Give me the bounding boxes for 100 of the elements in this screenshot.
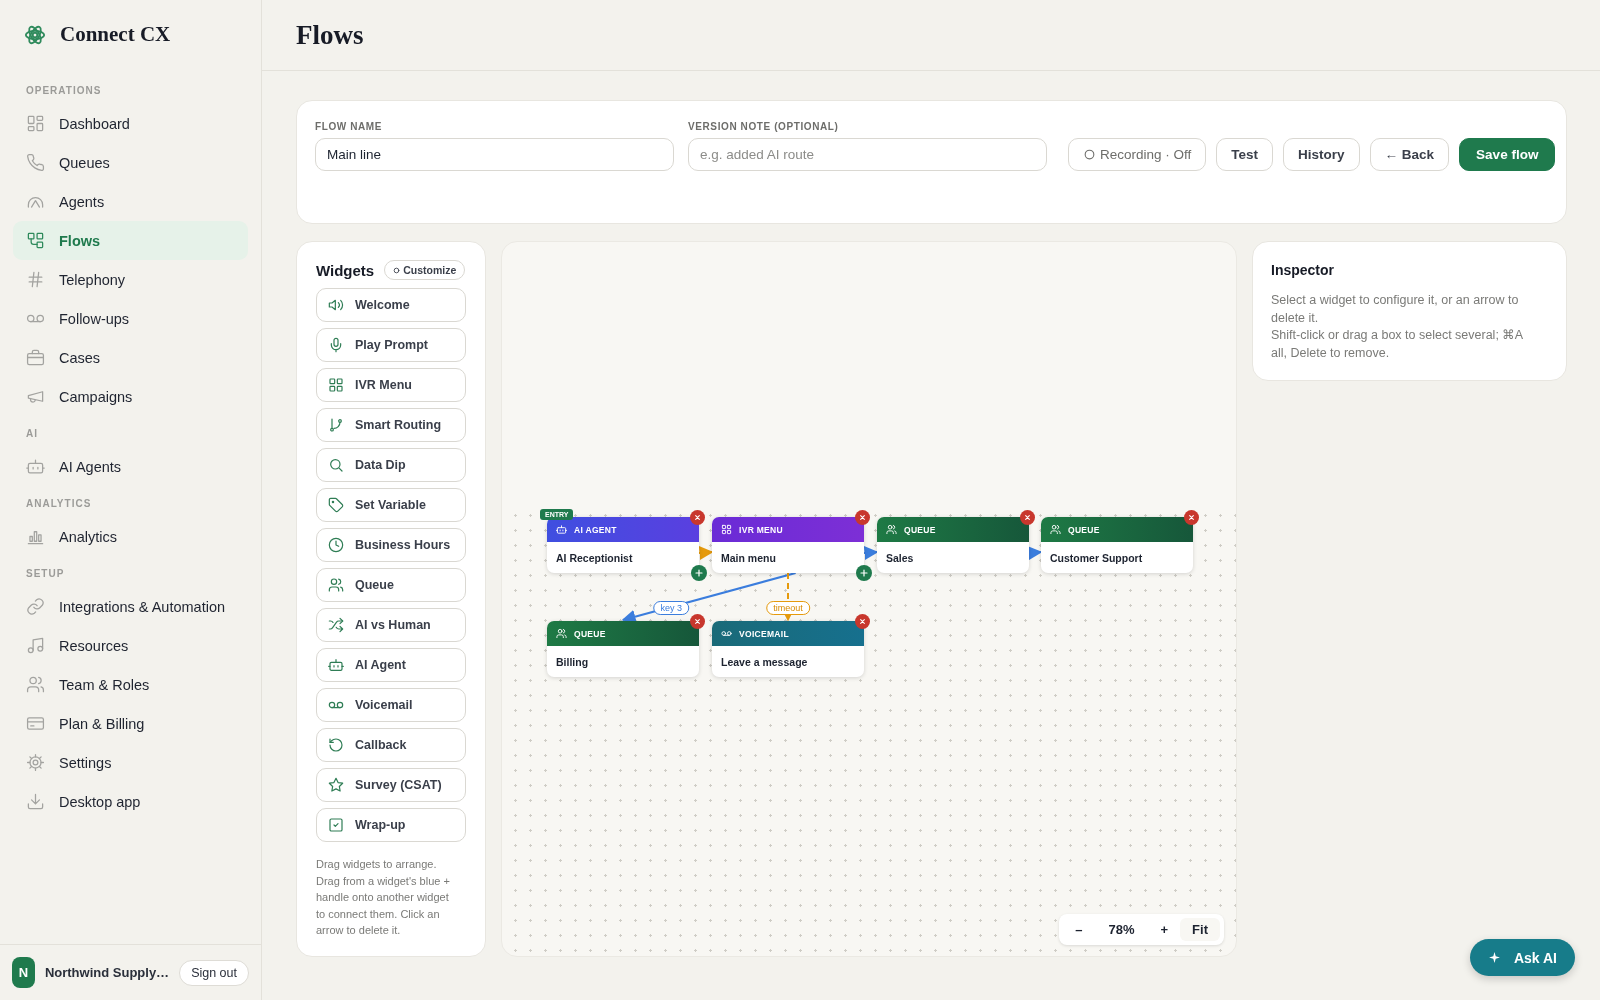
nav-item[interactable]: Cases	[13, 338, 248, 377]
node-name: AI Receptionist	[555, 550, 634, 566]
recording-toggle[interactable]: Recording · Off	[1068, 138, 1207, 171]
node-type-label: QUEUE	[1068, 524, 1100, 535]
voicemail-icon	[721, 628, 732, 639]
flow-node[interactable]: QUEUE Billing	[547, 621, 699, 677]
customize-button[interactable]: Customize	[384, 260, 466, 280]
robot-icon	[328, 657, 344, 673]
edge-label: key 3	[653, 600, 690, 615]
download-icon	[26, 792, 45, 811]
credit-card-icon	[26, 714, 45, 733]
connector-arrow[interactable]	[863, 546, 879, 560]
widget-item[interactable]: Welcome	[316, 288, 466, 322]
microphone-icon	[328, 337, 344, 353]
circle-icon	[1083, 148, 1096, 161]
nav-item[interactable]: Analytics	[13, 517, 248, 556]
nav-item[interactable]: Settings	[13, 743, 248, 782]
widget-item[interactable]: Survey (CSAT)	[316, 768, 466, 802]
nav-item[interactable]: Follow-ups	[13, 299, 248, 338]
nav-item[interactable]: Telephony	[13, 260, 248, 299]
node-type-label: IVR MENU	[739, 524, 783, 535]
delete-node-button[interactable]	[1184, 510, 1199, 525]
fit-button[interactable]: Fit	[1180, 918, 1220, 941]
users-icon	[1050, 524, 1061, 535]
close-icon	[1186, 512, 1197, 523]
checkbox-icon	[328, 817, 344, 833]
text-field[interactable]: Main line	[315, 138, 674, 171]
widget-item[interactable]: Wrap-up	[316, 808, 466, 842]
nav-section-label: AI	[25, 427, 39, 441]
star-icon	[328, 777, 344, 793]
widget-item[interactable]: Business Hours	[316, 528, 466, 562]
close-icon	[1022, 512, 1033, 523]
delete-node-button[interactable]	[855, 614, 870, 629]
grid-icon	[721, 524, 732, 535]
nav-item[interactable]: Flows	[13, 221, 248, 260]
users-icon	[328, 577, 344, 593]
nav-section-label: ANALYTICS	[25, 497, 93, 511]
dashboard-icon	[26, 114, 45, 133]
field-label: VERSION NOTE (OPTIONAL)	[688, 121, 840, 132]
close-icon	[692, 512, 703, 523]
close-icon	[857, 616, 868, 627]
connect-handle[interactable]	[691, 565, 707, 581]
nav-item[interactable]: Agents	[13, 182, 248, 221]
phone-icon	[26, 153, 45, 172]
widget-item[interactable]: Play Prompt	[316, 328, 466, 362]
delete-node-button[interactable]	[855, 510, 870, 525]
action-button[interactable]: Save flow	[1459, 138, 1556, 171]
atom-logo-icon	[24, 23, 46, 46]
delete-node-button[interactable]	[690, 614, 705, 629]
connect-handle[interactable]	[856, 565, 872, 581]
search-icon	[328, 457, 344, 473]
music-note-icon	[26, 636, 45, 655]
ask-ai-button[interactable]: Ask AI	[1469, 939, 1575, 976]
flow-node[interactable]: QUEUE Customer Support	[1041, 517, 1193, 573]
delete-node-button[interactable]	[690, 510, 705, 525]
flow-node[interactable]: AI AGENT AI Receptionist	[547, 517, 699, 573]
plus-icon	[858, 567, 870, 579]
zoom-out-button[interactable]: –	[1063, 918, 1095, 941]
help-text: Drag widgets to arrange. Drag from a widget's blue + handle onto another widget to connect them. Click an arrow to delete it.	[316, 857, 451, 938]
connector-arrow[interactable]	[1027, 546, 1043, 560]
widget-item[interactable]: Set Variable	[316, 488, 466, 522]
nav-item[interactable]: Campaigns	[13, 377, 248, 416]
hash-icon	[26, 270, 45, 289]
sign-out-button[interactable]: Sign out	[179, 959, 249, 986]
widget-item[interactable]: Data Dip	[316, 448, 466, 482]
delete-node-button[interactable]	[1020, 510, 1035, 525]
widget-item[interactable]: Callback	[316, 728, 466, 762]
action-button[interactable]: ← Back	[1369, 138, 1450, 171]
nav-item[interactable]: Plan & Billing	[13, 704, 248, 743]
users-icon	[556, 628, 567, 639]
nav-item[interactable]: Team & Roles	[13, 665, 248, 704]
nav-item[interactable]: Dashboard	[13, 104, 248, 143]
zoom-in-button[interactable]: +	[1148, 918, 1181, 941]
widget-item[interactable]: Queue	[316, 568, 466, 602]
flow-node[interactable]: QUEUE Sales	[877, 517, 1029, 573]
nav-item[interactable]: Queues	[13, 143, 248, 182]
zoom-level: 78%	[1107, 922, 1136, 937]
close-icon	[692, 616, 703, 627]
nav-item[interactable]: Resources	[13, 626, 248, 665]
widget-item[interactable]: AI vs Human	[316, 608, 466, 642]
account-name: Northwind Supply…	[44, 965, 170, 980]
widget-item[interactable]: IVR Menu	[316, 368, 466, 402]
text-field[interactable]: e.g. added AI route	[688, 138, 1047, 171]
node-type-label: QUEUE	[904, 524, 936, 535]
nav-item[interactable]: Integrations & Automation	[13, 587, 248, 626]
page-title: Flows	[296, 19, 364, 51]
nav-item[interactable]: AI Agents	[13, 447, 248, 486]
nav-item[interactable]: Desktop app	[13, 782, 248, 821]
link-icon	[26, 597, 45, 616]
flow-node[interactable]: VOICEMAIL Leave a message	[712, 621, 864, 677]
widget-item[interactable]: Smart Routing	[316, 408, 466, 442]
action-button[interactable]: History	[1283, 138, 1360, 171]
node-name: Leave a message	[720, 654, 809, 670]
flow-node[interactable]: IVR MENU Main menu	[712, 517, 864, 573]
panel-title: Inspector	[1271, 262, 1335, 278]
nav-section-label: SETUP	[25, 567, 66, 581]
widget-item[interactable]: AI Agent	[316, 648, 466, 682]
nav-section-label: OPERATIONS	[25, 84, 103, 98]
action-button[interactable]: Test	[1216, 138, 1274, 171]
widget-item[interactable]: Voicemail	[316, 688, 466, 722]
